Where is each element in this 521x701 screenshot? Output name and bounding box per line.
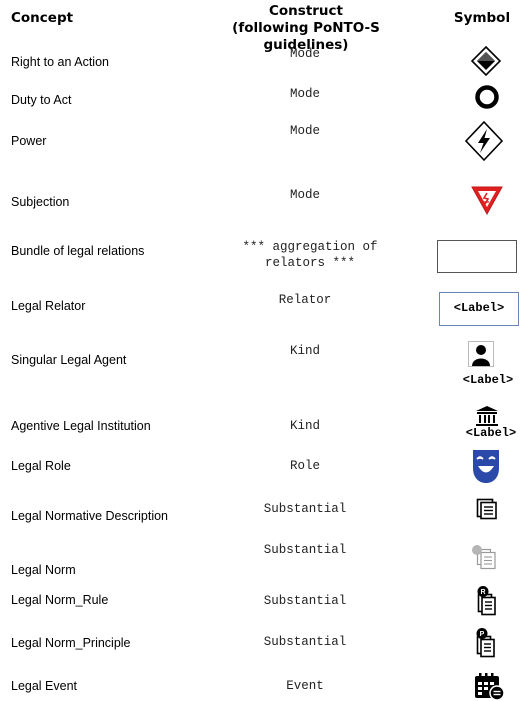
empty-box-icon: [437, 240, 517, 273]
rule-badge-letter: R: [480, 589, 485, 596]
header-symbol: Symbol: [453, 10, 511, 26]
construct-mode: Mode: [289, 87, 320, 101]
construct-mode: Mode: [289, 47, 320, 61]
concept-legal-role: Legal Role: [11, 459, 71, 473]
construct-kind: Kind: [289, 419, 320, 433]
header-concept: Concept: [11, 10, 74, 26]
concept-singular-legal-agent: Singular Legal Agent: [11, 353, 127, 367]
construct-substantial: Substantial: [263, 502, 347, 516]
concept-legal-norm-rule: Legal Norm_Rule: [11, 593, 109, 607]
construct-mode: Mode: [289, 124, 320, 138]
ring-icon: [475, 85, 499, 109]
concept-legal-norm-principle: Legal Norm_Principle: [11, 636, 131, 650]
construct-mode: Mode: [289, 188, 320, 202]
construct-relator: Relator: [278, 293, 332, 307]
institution-icon: [476, 406, 498, 426]
concept-bundle-of-legal-relations: Bundle of legal relations: [11, 244, 145, 258]
label-box-icon: <Label>: [439, 292, 519, 326]
concept-power: Power: [11, 134, 47, 148]
principle-document-icon: P: [476, 628, 495, 658]
warning-triangle-icon: [471, 186, 503, 216]
concept-subjection: Subjection: [11, 195, 70, 209]
construct-event: Event: [286, 679, 324, 693]
agent-label: <Label>: [462, 373, 514, 387]
concept-legal-norm: Legal Norm: [11, 563, 76, 577]
construct-substantial: Substantial: [263, 635, 347, 649]
principle-badge-letter: P: [480, 631, 485, 638]
institution-label: <Label>: [465, 426, 517, 440]
concept-right-to-an-action: Right to an Action: [11, 55, 109, 69]
concept-agentive-legal-institution: Agentive Legal Institution: [11, 419, 151, 433]
lightning-diamond-icon: [464, 120, 504, 162]
mask-icon: [473, 450, 499, 483]
institution-symbol: <Label>: [463, 405, 519, 443]
concept-duty-to-act: Duty to Act: [11, 93, 72, 107]
diamond-icon: [470, 45, 502, 77]
header-construct-title: Construct: [268, 3, 343, 19]
norm-document-icon: [472, 545, 496, 570]
construct-substantial: Substantial: [263, 543, 347, 557]
concept-legal-relator: Legal Relator: [11, 299, 86, 313]
construct-substantial: Substantial: [263, 594, 347, 608]
document-stack-icon: [476, 498, 497, 520]
concept-legal-normative-description: Legal Normative Description: [11, 509, 169, 523]
person-icon: [468, 341, 494, 367]
concept-legal-event: Legal Event: [11, 679, 78, 693]
agent-symbol: <Label>: [463, 341, 516, 391]
construct-role: Role: [289, 459, 320, 473]
construct-kind: Kind: [289, 344, 320, 358]
rule-document-icon: R: [477, 586, 496, 616]
construct-aggregation-of-relators: *** aggregation of relators ***: [242, 240, 378, 270]
calendar-event-icon: [475, 673, 505, 701]
